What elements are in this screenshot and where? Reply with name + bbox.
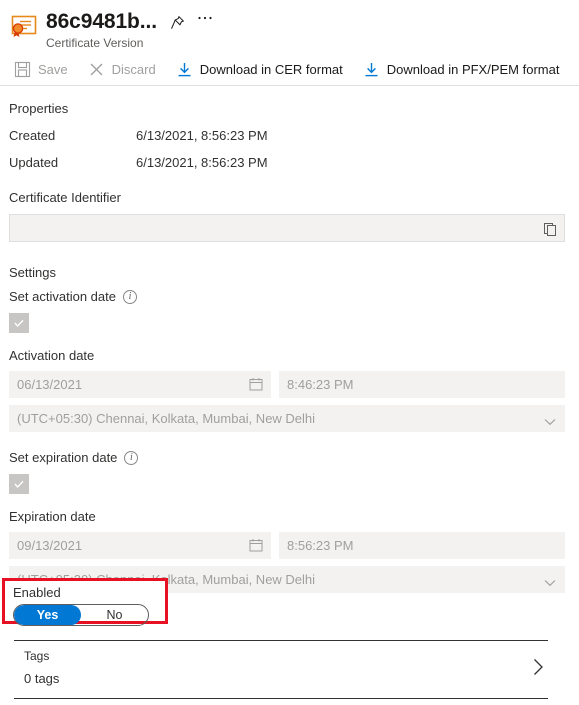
save-icon [14, 61, 31, 78]
expiration-date-input[interactable]: 09/13/2021 [9, 532, 271, 559]
expiration-time-input[interactable]: 8:56:23 PM [279, 532, 565, 559]
created-value: 6/13/2021, 8:56:23 PM [136, 128, 268, 143]
calendar-icon[interactable] [249, 538, 263, 555]
chevron-down-icon [544, 575, 556, 590]
created-label: Created [9, 128, 56, 143]
enabled-highlight-box: Enabled Yes No [2, 578, 168, 626]
expiration-date-label: Expiration date [9, 509, 96, 524]
expiration-date-value: 09/13/2021 [17, 538, 83, 553]
download-icon [176, 61, 193, 78]
set-activation-date-text: Set activation date [9, 289, 116, 304]
content-area: Properties Created 6/13/2021, 8:56:23 PM… [0, 100, 579, 593]
info-icon[interactable]: i [124, 451, 139, 465]
discard-label: Discard [111, 61, 156, 77]
tags-section[interactable]: Tags 0 tags [24, 648, 548, 694]
tags-count: 0 tags [24, 671, 60, 686]
download-pfx-label: Download in PFX/PEM format [386, 61, 560, 77]
chevron-down-icon [544, 414, 556, 429]
updated-label: Updated [9, 155, 59, 170]
certificate-identifier-field[interactable] [9, 214, 565, 242]
tags-separator-bottom [14, 698, 548, 699]
download-cer-label: Download in CER format [199, 61, 343, 77]
download-cer-button[interactable]: Download in CER format [176, 55, 343, 83]
calendar-icon[interactable] [249, 377, 263, 394]
updated-value: 6/13/2021, 8:56:23 PM [136, 155, 268, 170]
activation-date-input[interactable]: 06/13/2021 [9, 371, 271, 398]
activation-timezone-value: (UTC+05:30) Chennai, Kolkata, Mumbai, Ne… [17, 411, 316, 426]
set-expiration-date-text: Set expiration date [9, 450, 118, 465]
command-bar: Save Discard Download in CER format Down… [0, 53, 579, 85]
download-icon [363, 61, 380, 78]
page-title: 86c9481b... [46, 10, 157, 33]
properties-heading: Properties [9, 101, 69, 116]
save-button: Save [14, 55, 68, 83]
activation-date-row: 06/13/2021 8:46:23 PM [9, 371, 565, 398]
settings-heading: Settings [9, 265, 56, 280]
title-block: 86c9481b... Certificate Version [46, 9, 579, 51]
page-header: 86c9481b... Certificate Version [0, 0, 579, 50]
tags-separator-top [14, 640, 548, 641]
enabled-toggle[interactable]: Yes No [13, 604, 149, 626]
tags-title: Tags [24, 649, 50, 663]
info-icon[interactable]: i [122, 290, 137, 304]
toolbar-divider [0, 85, 579, 86]
discard-button: Discard [88, 55, 156, 83]
chevron-right-icon[interactable] [533, 658, 544, 679]
enabled-toggle-yes[interactable]: Yes [14, 605, 81, 625]
enabled-label: Enabled [13, 585, 61, 600]
set-activation-date-checkbox [9, 313, 29, 333]
activation-timezone-select[interactable]: (UTC+05:30) Chennai, Kolkata, Mumbai, Ne… [9, 405, 565, 432]
updated-row: Updated 6/13/2021, 8:56:23 PM [9, 154, 565, 172]
title-row: 86c9481b... [46, 9, 579, 35]
set-expiration-date-checkbox [9, 474, 29, 494]
page-subtitle: Certificate Version [46, 36, 144, 50]
activation-time-input[interactable]: 8:46:23 PM [279, 371, 565, 398]
enabled-toggle-no[interactable]: No [81, 605, 148, 625]
expiration-date-row: 09/13/2021 8:56:23 PM [9, 532, 565, 559]
activation-time-value: 8:46:23 PM [287, 377, 354, 392]
ellipsis-icon[interactable] [193, 10, 217, 34]
copy-icon[interactable] [538, 217, 562, 240]
pin-icon[interactable] [165, 10, 189, 34]
certificate-icon [9, 11, 39, 41]
expiration-time-value: 8:56:23 PM [287, 538, 354, 553]
created-row: Created 6/13/2021, 8:56:23 PM [9, 127, 565, 145]
close-icon [88, 61, 105, 78]
certificate-identifier-label: Certificate Identifier [9, 190, 121, 205]
set-expiration-date-label: Set expiration date i [9, 449, 565, 467]
activation-date-label: Activation date [9, 348, 95, 363]
activation-date-value: 06/13/2021 [17, 377, 83, 392]
save-label: Save [38, 61, 68, 77]
download-pfx-button[interactable]: Download in PFX/PEM format [363, 55, 560, 83]
set-activation-date-label: Set activation date i [9, 288, 565, 306]
